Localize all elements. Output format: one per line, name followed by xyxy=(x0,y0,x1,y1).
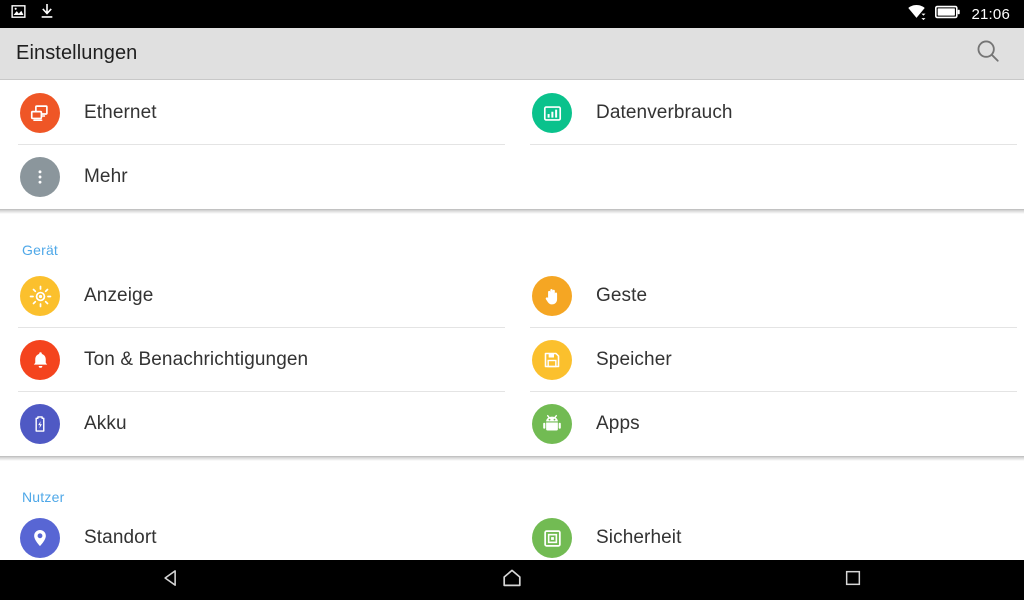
security-icon xyxy=(532,518,572,558)
home-icon xyxy=(500,566,524,595)
search-button[interactable] xyxy=(968,34,1008,74)
settings-screen: 21:06 Einstellungen Ethernet Datenverbra… xyxy=(0,0,1024,600)
settings-item-label: Mehr xyxy=(84,166,128,187)
section-header-user: Nutzer xyxy=(22,489,65,505)
settings-item-label: Anzeige xyxy=(84,285,154,306)
settings-item-label: Ton & Benachrichtigungen xyxy=(84,349,309,370)
triangle-left-icon xyxy=(160,567,182,594)
bell-icon xyxy=(20,340,60,380)
settings-item-label: Speicher xyxy=(596,349,672,370)
settings-item-ethernet[interactable]: Ethernet xyxy=(0,81,512,145)
navigation-bar xyxy=(0,560,1024,600)
settings-row-pair: Anzeige Geste xyxy=(0,264,1024,328)
square-icon xyxy=(843,568,863,593)
settings-item-apps[interactable]: Apps xyxy=(512,392,1024,456)
settings-item-label: Sicherheit xyxy=(596,527,682,548)
storage-save-icon xyxy=(532,340,572,380)
more-overflow-icon xyxy=(20,157,60,197)
settings-item-label: Geste xyxy=(596,285,648,306)
settings-item-label: Standort xyxy=(84,527,157,548)
status-bar-clock: 21:06 xyxy=(971,5,1010,23)
settings-item-mehr[interactable]: Mehr xyxy=(0,145,512,209)
settings-item-ton-benachrichtigungen[interactable]: Ton & Benachrichtigungen xyxy=(0,328,512,392)
page-title: Einstellungen xyxy=(16,42,138,64)
settings-item-standort[interactable]: Standort xyxy=(0,511,512,560)
settings-item-label: Akku xyxy=(84,413,127,434)
section-header-device: Gerät xyxy=(22,242,59,258)
section-separator xyxy=(0,456,1024,465)
battery-icon xyxy=(935,5,961,24)
status-bar: 21:06 xyxy=(0,0,1024,28)
settings-item-label: Ethernet xyxy=(84,102,157,123)
nav-recents-button[interactable] xyxy=(683,560,1024,600)
screenshot-image-icon xyxy=(10,3,27,25)
data-usage-icon xyxy=(532,93,572,133)
location-pin-icon xyxy=(20,518,60,558)
section-separator xyxy=(0,209,1024,218)
nav-back-button[interactable] xyxy=(0,560,341,600)
settings-group-user: Nutzer Standort Sicherheit xyxy=(0,465,1024,560)
settings-row-pair: Ethernet Datenverbrauch xyxy=(0,81,1024,145)
nav-home-button[interactable] xyxy=(341,560,682,600)
wifi-icon xyxy=(907,3,926,25)
settings-item-anzeige[interactable]: Anzeige xyxy=(0,264,512,328)
settings-item-placeholder xyxy=(512,145,1024,209)
action-bar: Einstellungen xyxy=(0,28,1024,80)
settings-list[interactable]: Ethernet Datenverbrauch Mehr Gerät Anzeig… xyxy=(0,81,1024,560)
settings-item-sicherheit[interactable]: Sicherheit xyxy=(512,511,1024,560)
hand-gesture-icon xyxy=(532,276,572,316)
settings-item-geste[interactable]: Geste xyxy=(512,264,1024,328)
settings-group-device: Gerät Anzeige Geste Ton & Benachrichtigu… xyxy=(0,218,1024,456)
settings-item-label: Apps xyxy=(596,413,640,434)
brightness-icon xyxy=(20,276,60,316)
search-icon xyxy=(975,38,1001,69)
settings-item-datenverbrauch[interactable]: Datenverbrauch xyxy=(512,81,1024,145)
settings-row-pair: Akku Apps xyxy=(0,392,1024,456)
battery-charging-icon xyxy=(20,404,60,444)
settings-item-akku[interactable]: Akku xyxy=(0,392,512,456)
settings-item-speicher[interactable]: Speicher xyxy=(512,328,1024,392)
settings-group-wireless: Ethernet Datenverbrauch Mehr xyxy=(0,81,1024,209)
settings-row-pair: Ton & Benachrichtigungen Speicher xyxy=(0,328,1024,392)
ethernet-icon xyxy=(20,93,60,133)
android-apps-icon xyxy=(532,404,572,444)
download-icon xyxy=(39,3,55,25)
settings-row-pair: Mehr xyxy=(0,145,1024,209)
status-bar-system-icons: 21:06 xyxy=(907,3,1010,25)
settings-item-label: Datenverbrauch xyxy=(596,102,733,123)
status-bar-notification-icons xyxy=(10,3,907,25)
settings-row-pair: Standort Sicherheit xyxy=(0,511,1024,560)
